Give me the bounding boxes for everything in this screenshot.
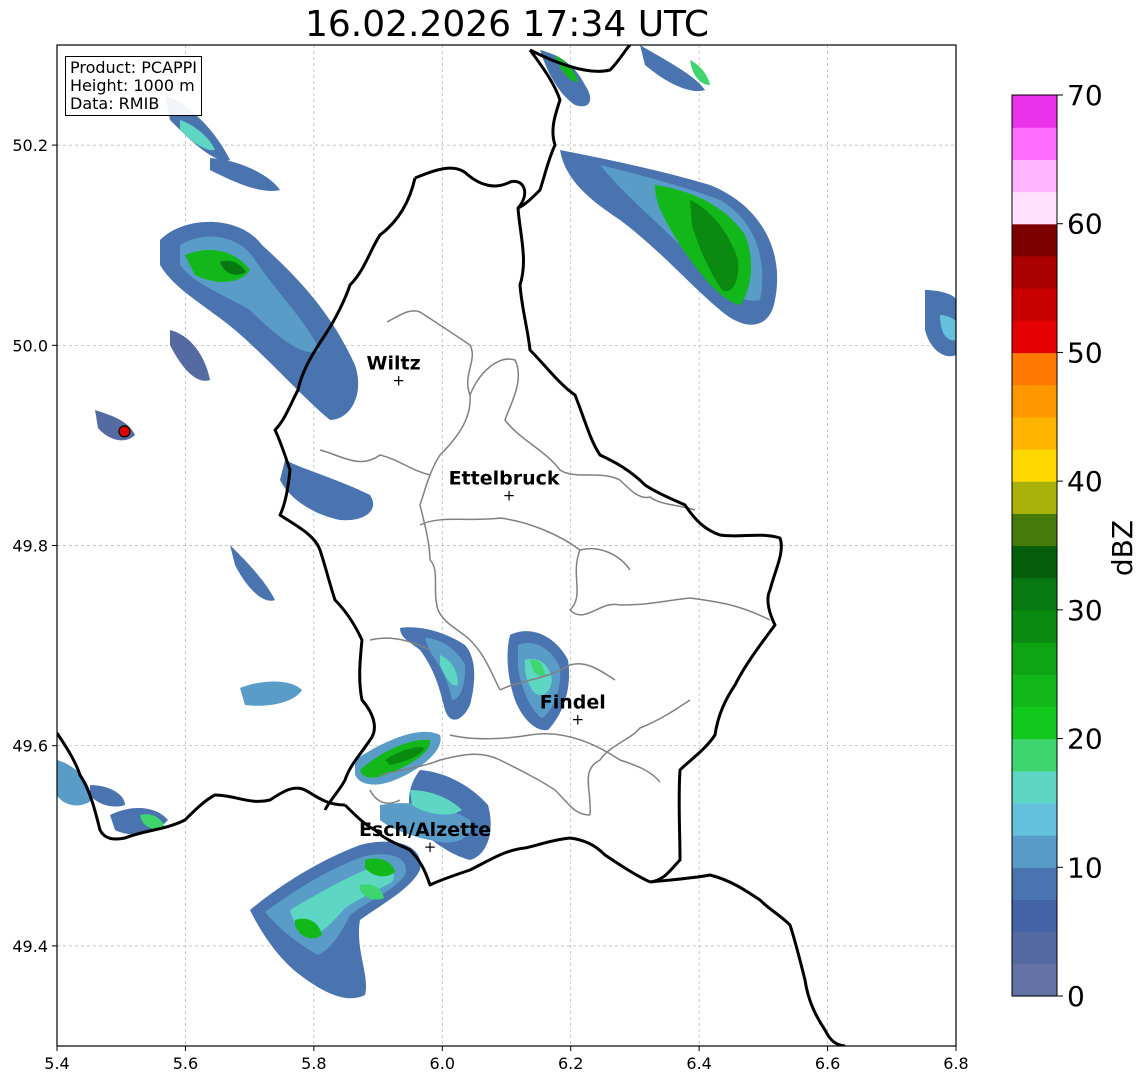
- info-product: Product: PCAPPI: [70, 58, 198, 77]
- x-tick-label: 6.2: [558, 1054, 583, 1073]
- colorbar-segment: [1012, 448, 1057, 482]
- colorbar-segment: [1012, 191, 1057, 225]
- colorbar-segment: [1012, 706, 1057, 740]
- colorbar-segment: [1012, 320, 1057, 354]
- x-tick-label: 6.8: [943, 1054, 968, 1073]
- x-tick-label: 6.4: [686, 1054, 711, 1073]
- x-axis-ticks: 5.4 5.6 5.8 6.0 6.2 6.4 6.6 6.8: [44, 1046, 969, 1073]
- y-tick-label: 49.4: [12, 937, 48, 956]
- colorbar-segment: [1012, 674, 1057, 707]
- colorbar: [1012, 95, 1057, 997]
- colorbar-segment: [1012, 931, 1057, 965]
- y-tick-label: 49.8: [12, 537, 48, 556]
- y-tick-label: 50.2: [12, 136, 48, 155]
- colorbar-tick-label: 50: [1067, 336, 1103, 369]
- y-axis-ticks: 49.4 49.6 49.8 50.0 50.2: [12, 136, 57, 956]
- product-info-box: Product: PCAPPI Height: 1000 m Data: RMI…: [65, 56, 203, 116]
- colorbar-segment: [1012, 899, 1057, 933]
- colorbar-segment: [1012, 159, 1057, 193]
- colorbar-segment: [1012, 416, 1057, 450]
- colorbar-segment: [1012, 738, 1057, 772]
- colorbar-tick-label: 10: [1067, 851, 1103, 884]
- colorbar-segment: [1012, 384, 1057, 418]
- colorbar-tick-label: 40: [1067, 465, 1103, 498]
- x-tick-label: 5.4: [44, 1054, 69, 1073]
- colorbar-tick-label: 60: [1067, 208, 1103, 241]
- colorbar-segment: [1012, 835, 1057, 868]
- colorbar-tick-label: 20: [1067, 723, 1103, 756]
- place-label: Ettelbruck: [449, 467, 560, 489]
- colorbar-segment: [1012, 223, 1057, 257]
- colorbar-segment: [1012, 352, 1057, 386]
- place-label: Esch/Alzette: [359, 819, 491, 841]
- colorbar-segment: [1012, 867, 1057, 901]
- colorbar-segment: [1012, 513, 1057, 547]
- colorbar-segment: [1012, 481, 1057, 514]
- colorbar-ticks: 0 10 20 30 40 50 60 70: [1057, 79, 1103, 1013]
- colorbar-segment: [1012, 642, 1057, 675]
- colorbar-segment: [1012, 288, 1057, 321]
- info-height: Height: 1000 m: [70, 76, 195, 95]
- colorbar-tick-label: 30: [1067, 594, 1103, 627]
- colorbar-segment: [1012, 255, 1057, 289]
- x-tick-label: 6.0: [430, 1054, 455, 1073]
- map-plot: +Wiltz+Ettelbruck+Findel+Esch/Alzette 5.…: [12, 44, 1139, 1073]
- y-tick-label: 50.0: [12, 336, 48, 355]
- colorbar-tick-label: 0: [1067, 980, 1085, 1013]
- colorbar-segment: [1012, 770, 1057, 804]
- colorbar-segment: [1012, 545, 1057, 579]
- colorbar-segment: [1012, 802, 1057, 836]
- colorbar-segment: [1012, 127, 1057, 160]
- colorbar-tick-label: 70: [1067, 79, 1103, 112]
- place-label: Wiltz: [367, 352, 421, 374]
- colorbar-segment: [1012, 963, 1057, 997]
- x-tick-label: 5.6: [173, 1054, 198, 1073]
- info-data-source: Data: RMIB: [70, 94, 160, 113]
- colorbar-label: dBZ: [1106, 520, 1139, 576]
- colorbar-segment: [1012, 95, 1057, 128]
- radar-site-marker: [118, 425, 131, 438]
- y-tick-label: 49.6: [12, 737, 48, 756]
- radar-figure: 16.02.2026 17:34 UTC + Wiltz + Ettelbruc…: [0, 0, 1145, 1084]
- colorbar-segment: [1012, 577, 1057, 611]
- x-tick-label: 5.8: [301, 1054, 326, 1073]
- colorbar-segment: [1012, 609, 1057, 643]
- x-tick-label: 6.6: [815, 1054, 840, 1073]
- place-label: Findel: [540, 692, 606, 714]
